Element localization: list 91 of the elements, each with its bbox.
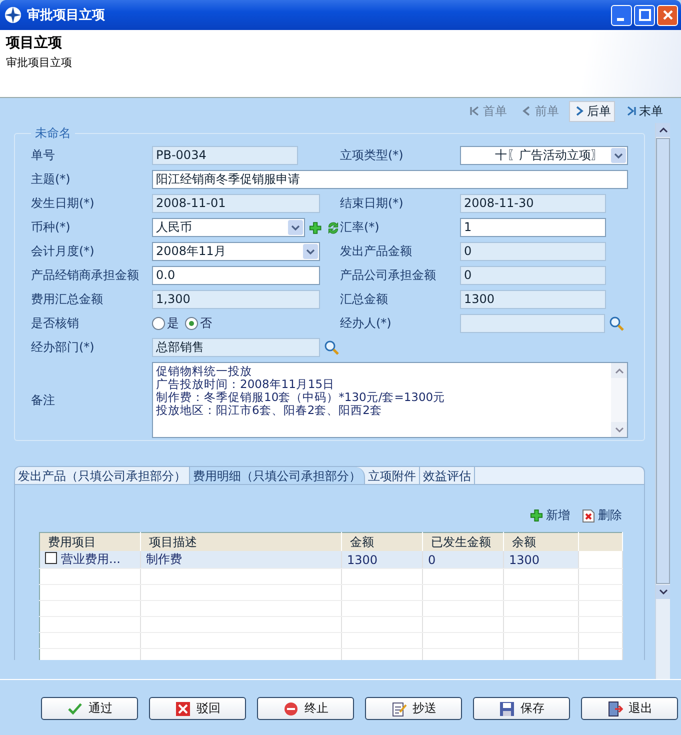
save-icon — [498, 700, 514, 716]
action-button[interactable]: 保存 — [473, 697, 570, 720]
field-label: 单号 — [31, 147, 56, 164]
record-nav-button[interactable]: 后单 — [569, 100, 615, 122]
field-label: 发生日期(*) — [31, 195, 96, 212]
toolbar-button[interactable]: 删除 — [582, 507, 622, 524]
exit-door-icon — [606, 700, 622, 716]
minimize-icon — [616, 18, 624, 20]
search-icon[interactable] — [609, 316, 625, 332]
delete-icon — [582, 508, 595, 522]
field-label: 发出产品金额 — [340, 243, 413, 260]
field-label: 备注 — [31, 392, 56, 408]
field-label: 立项类型(*) — [340, 147, 404, 164]
table-cell: 1300 — [504, 551, 578, 568]
group-title: 未命名 — [34, 125, 72, 142]
lookup-field[interactable] — [460, 314, 605, 333]
readonly-field: 1300 — [460, 290, 606, 309]
maximize-button[interactable] — [634, 4, 655, 26]
field-label: 结束日期(*) — [340, 195, 404, 212]
action-button[interactable]: 抄送 — [365, 697, 462, 720]
edit-note-icon — [390, 700, 406, 716]
input-field[interactable]: 1 — [460, 218, 606, 237]
column-header: 余额 — [504, 532, 578, 551]
caret-icon[interactable] — [611, 148, 626, 163]
action-button[interactable]: 驳回 — [149, 697, 246, 720]
close-icon — [662, 9, 674, 21]
readonly-field: 0 — [460, 242, 606, 261]
table-cell: 0 — [422, 551, 504, 568]
stop-icon — [282, 700, 298, 716]
tab[interactable]: 效益评估 — [420, 467, 475, 484]
table-cell: 1300 — [342, 551, 422, 568]
radio-option[interactable]: 是 — [152, 315, 179, 332]
remark-textarea[interactable]: 促销物料统一投放 广告投放时间：2008年11月15日 制作费：冬季促销服10套（中码）*130元/套=1300元 投放地区：阳江市6套、阳春2套、阳西2套 — [152, 362, 628, 438]
lookup-field[interactable]: 总部销售 — [152, 338, 320, 357]
caret-icon[interactable] — [288, 220, 303, 235]
readonly-field: 2008-11-01 — [152, 194, 320, 213]
column-header: 项目描述 — [140, 532, 342, 551]
field-label: 是否核销 — [31, 315, 80, 332]
column-header: 金额 — [342, 532, 422, 551]
field-label: 主题(*) — [31, 171, 72, 188]
close-button[interactable] — [657, 4, 678, 26]
readonly-field: 2008-11-30 — [460, 194, 606, 213]
page-title: 项目立项 — [6, 34, 63, 52]
field-label: 费用汇总金额 — [31, 291, 104, 308]
tab[interactable]: 立项附件 — [365, 467, 420, 484]
cross-icon — [174, 700, 190, 716]
readonly-field: 0 — [460, 266, 606, 285]
add-icon — [530, 509, 543, 522]
scrollbar[interactable] — [655, 123, 670, 679]
table-cell: 制作费 — [140, 551, 342, 568]
maximize-icon — [638, 9, 650, 21]
dropdown-field[interactable]: 2008年11月 — [152, 242, 320, 261]
skip-back-icon — [469, 105, 481, 117]
field-label: 会计月度(*) — [31, 243, 96, 260]
action-button[interactable]: 终止 — [257, 697, 354, 720]
field-label: 汇率(*) — [340, 219, 380, 236]
readonly-field: 1,300 — [152, 290, 320, 309]
field-label: 经办部门(*) — [31, 339, 96, 356]
caret-icon[interactable] — [303, 244, 318, 259]
readonly-field: PB-0034 — [152, 146, 298, 165]
row-checkbox[interactable] — [45, 552, 57, 564]
tab[interactable]: 发出产品（只填公司承担部分） — [15, 467, 190, 484]
refresh-icon[interactable] — [326, 220, 340, 236]
field-label: 产品公司承担金额 — [340, 267, 437, 284]
radio-option[interactable]: 否 — [185, 315, 212, 332]
check-icon — [66, 700, 82, 716]
dropdown-field[interactable]: 人民币 — [152, 218, 305, 237]
field-label: 产品经销商承担金额 — [31, 267, 140, 284]
action-button[interactable]: 退出 — [581, 697, 678, 720]
input-field[interactable]: 阳江经销商冬季促销服申请 — [152, 170, 628, 189]
action-button[interactable]: 通过 — [41, 697, 138, 720]
toolbar-button[interactable]: 新增 — [530, 507, 570, 524]
add-icon[interactable] — [308, 220, 322, 234]
scroll-down-icon[interactable] — [658, 589, 668, 595]
scroll-up-icon[interactable] — [658, 127, 668, 133]
input-field[interactable]: 0.0 — [152, 266, 320, 285]
minimize-button[interactable] — [611, 4, 632, 26]
tab[interactable]: 费用明细（只填公司承担部分） — [190, 467, 365, 484]
window-title: 审批项目立项 — [27, 6, 105, 24]
compass-icon — [4, 6, 22, 24]
column-header: 已发生金额 — [422, 532, 504, 551]
page-subtitle: 审批项目立项 — [6, 55, 73, 70]
skip-forward-icon — [625, 105, 637, 117]
search-icon[interactable] — [324, 340, 340, 356]
field-label: 汇总金额 — [340, 291, 389, 308]
table-cell: 营业费用... — [40, 551, 140, 568]
field-label: 币种(*) — [31, 219, 72, 236]
column-header: 费用项目 — [40, 532, 140, 551]
record-nav-button[interactable]: 末单 — [621, 100, 667, 122]
field-label: 经办人(*) — [340, 315, 392, 332]
dropdown-field[interactable]: 十〖广告活动立项〗 — [460, 146, 628, 165]
